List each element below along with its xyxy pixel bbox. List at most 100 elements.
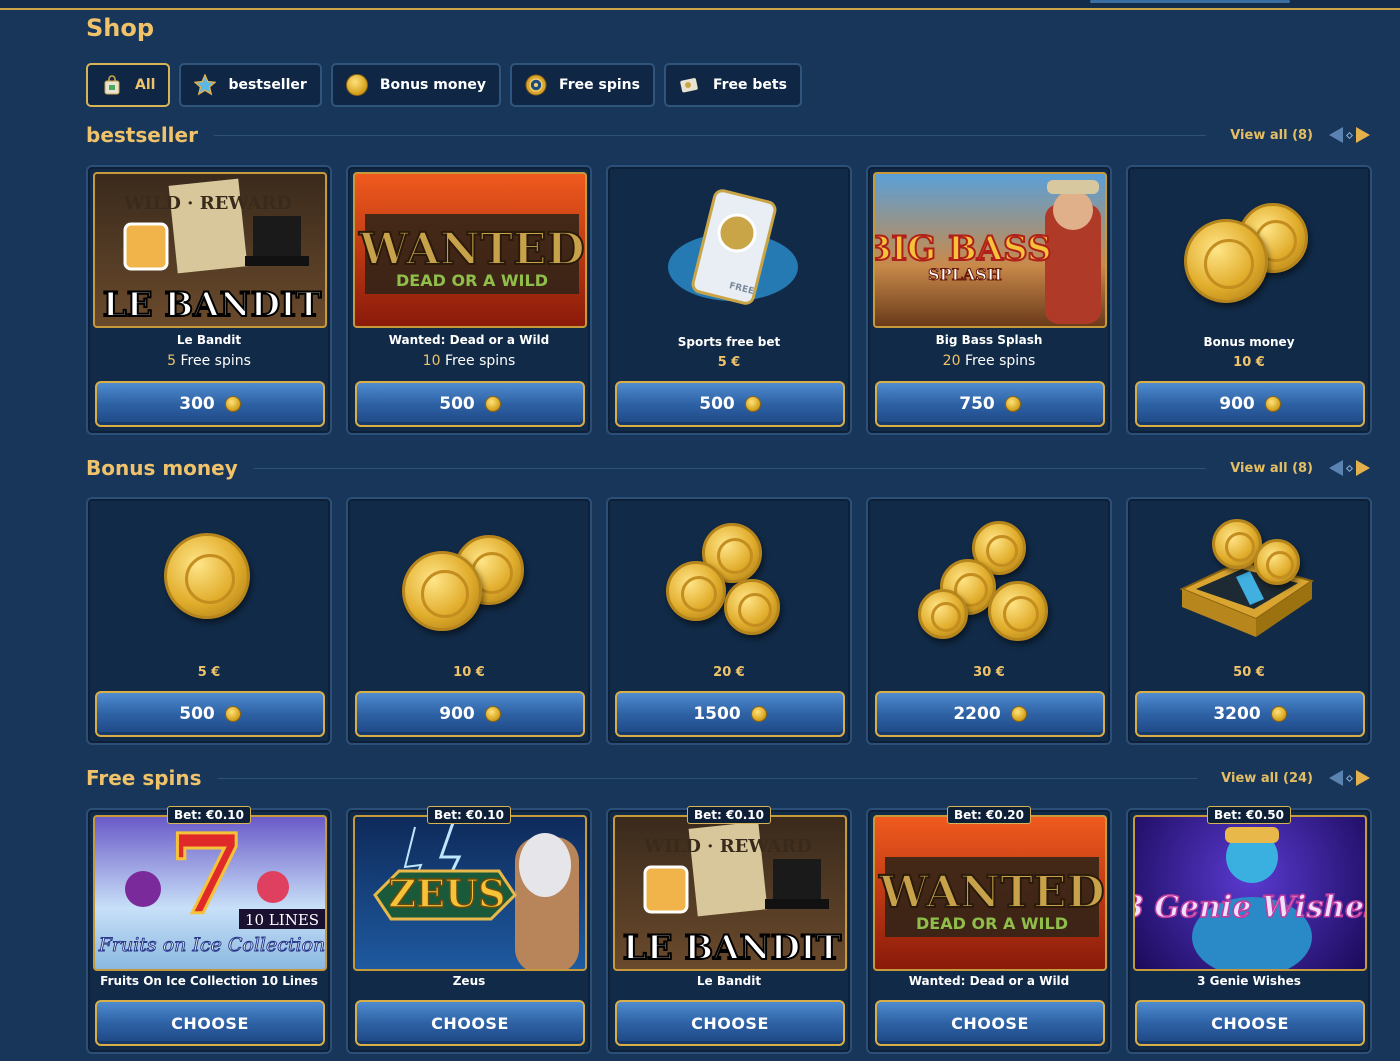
- filter-label: All: [135, 77, 156, 93]
- game-thumbnail-le-bandit: WILD · REWARD LE BANDIT: [613, 815, 847, 971]
- filter-bestseller[interactable]: bestseller: [179, 63, 322, 107]
- product-detail: 5 Free spins: [167, 353, 251, 369]
- filter-all[interactable]: All: [86, 63, 171, 107]
- choose-button[interactable]: CHOOSE: [1135, 1000, 1365, 1046]
- filter-free-bets[interactable]: Free bets: [663, 63, 802, 107]
- game-card[interactable]: Bet: €0.10 WILD · REWARD LE BANDIT Le Ba…: [606, 806, 852, 1054]
- art-title: LE BANDIT: [103, 285, 322, 325]
- coin-icon: [1264, 396, 1281, 412]
- ticket-icon: [679, 74, 701, 96]
- product-card[interactable]: WANTED DEAD OR A WILD Wanted: Dead or a …: [346, 165, 592, 435]
- section-title: Bonus money: [86, 456, 238, 480]
- filter-label: Bonus money: [379, 77, 487, 93]
- game-card[interactable]: Bet: €0.10 ZEUS Zeus CHOOSE: [346, 806, 592, 1054]
- art-title: ZEUS: [388, 871, 505, 916]
- game-thumbnail-zeus: ZEUS: [353, 815, 587, 971]
- coin-icon: [484, 706, 501, 722]
- filter-free-spins[interactable]: Free spins: [510, 63, 655, 107]
- product-name: Sports free bet: [677, 335, 781, 349]
- filter-bonus-money[interactable]: Bonus money: [330, 63, 502, 107]
- view-all-link[interactable]: View all (8): [1230, 461, 1313, 476]
- art-sub: WILD · REWARD: [123, 193, 292, 214]
- divider: [253, 467, 1207, 469]
- product-card[interactable]: 10 € 900: [346, 497, 592, 745]
- game-thumbnail-fruits-on-ice: 7 10 LINES Fruits on Ice Collection: [93, 815, 327, 971]
- product-name: Le Bandit: [176, 333, 242, 347]
- product-card[interactable]: 5 € 500: [86, 497, 332, 745]
- section-header-bonus-money: Bonus money View all (8): [86, 453, 1370, 483]
- buy-button[interactable]: 900: [355, 691, 585, 737]
- carousel-arrows: [1329, 460, 1370, 476]
- buy-button[interactable]: 500: [95, 691, 325, 737]
- divider: [213, 134, 1207, 136]
- game-name: Wanted: Dead or a Wild: [908, 974, 1070, 988]
- buy-button[interactable]: 500: [615, 381, 845, 427]
- game-card[interactable]: Bet: €0.10 7 10 LINES Fruits on Ice Coll…: [86, 806, 332, 1054]
- coin-icon: [224, 396, 241, 412]
- art-title: LE BANDIT: [623, 928, 842, 968]
- filter-bar: All bestseller Bonus money Free spins Fr…: [86, 63, 802, 107]
- coin-stack-icon: [664, 521, 794, 641]
- buy-button[interactable]: 500: [355, 381, 585, 427]
- free-bet-ticket-icon: FREE: [663, 187, 803, 317]
- product-card[interactable]: 30 € 2200: [866, 497, 1112, 745]
- filter-label: Free spins: [559, 77, 640, 93]
- choose-button[interactable]: CHOOSE: [875, 1000, 1105, 1046]
- product-card[interactable]: FREE Sports free bet 5 € 500: [606, 165, 852, 435]
- game-thumbnail-3-genie-wishes: 3 Genie Wishes: [1133, 815, 1367, 971]
- dot-icon: [1345, 464, 1354, 472]
- product-name: Big Bass Splash: [935, 333, 1043, 347]
- art-title: WANTED: [878, 867, 1104, 918]
- product-value: 20 €: [713, 665, 745, 680]
- art-sub: DEAD OR A WILD: [396, 271, 548, 290]
- game-card[interactable]: Bet: €0.50 3 Genie Wishes 3 Genie Wishes…: [1126, 806, 1372, 1054]
- arrow-right-icon[interactable]: [1356, 127, 1370, 143]
- bet-badge: Bet: €0.50: [1207, 806, 1291, 824]
- choose-button[interactable]: CHOOSE: [355, 1000, 585, 1046]
- art-sub: WILD · REWARD: [643, 836, 812, 857]
- svg-text:7: 7: [169, 817, 246, 939]
- product-card[interactable]: Bonus money 10 € 900: [1126, 165, 1372, 435]
- buy-button[interactable]: 750: [875, 381, 1105, 427]
- coin-icon: [1010, 706, 1027, 722]
- product-card[interactable]: WILD · REWARD LE BANDIT Le Bandit 5 Free…: [86, 165, 332, 435]
- carousel-arrows: [1329, 770, 1370, 786]
- view-all-link[interactable]: View all (24): [1221, 771, 1313, 786]
- game-name: 3 Genie Wishes: [1197, 974, 1301, 988]
- cash-stack-icon: [1172, 519, 1322, 643]
- coin-icon: [224, 706, 241, 722]
- bet-badge: Bet: €0.10: [687, 806, 771, 824]
- section-header-free-spins: Free spins View all (24): [86, 763, 1370, 793]
- art-title: 3 Genie Wishes: [1135, 890, 1367, 925]
- product-detail: 20 Free spins: [942, 353, 1036, 369]
- arrow-left-icon[interactable]: [1329, 127, 1343, 143]
- spin-coin-icon: [525, 74, 547, 96]
- coin-icon: [744, 396, 761, 412]
- product-card[interactable]: BIG BASS SPLASH Big Bass Splash 20 Free …: [866, 165, 1112, 435]
- view-all-link[interactable]: View all (8): [1230, 128, 1313, 143]
- buy-button[interactable]: 300: [95, 381, 325, 427]
- buy-button[interactable]: 1500: [615, 691, 845, 737]
- arrow-left-icon[interactable]: [1329, 460, 1343, 476]
- dot-icon: [1345, 774, 1354, 782]
- bet-badge: Bet: €0.10: [167, 806, 251, 824]
- buy-button[interactable]: 900: [1135, 381, 1365, 427]
- art-sub: SPLASH: [928, 265, 1002, 284]
- product-name: Wanted: Dead or a Wild: [388, 333, 550, 347]
- choose-button[interactable]: CHOOSE: [615, 1000, 845, 1046]
- arrow-right-icon[interactable]: [1356, 460, 1370, 476]
- bet-badge: Bet: €0.10: [427, 806, 511, 824]
- product-card[interactable]: 50 € 3200: [1126, 497, 1372, 745]
- arrow-left-icon[interactable]: [1329, 770, 1343, 786]
- game-name: Zeus: [452, 974, 486, 988]
- arrow-right-icon[interactable]: [1356, 770, 1370, 786]
- buy-button[interactable]: 2200: [875, 691, 1105, 737]
- product-card[interactable]: 20 € 1500: [606, 497, 852, 745]
- buy-button[interactable]: 3200: [1135, 691, 1365, 737]
- choose-button[interactable]: CHOOSE: [95, 1000, 325, 1046]
- game-card[interactable]: Bet: €0.20 WANTED DEAD OR A WILD Wanted:…: [866, 806, 1112, 1054]
- free-spins-row: Bet: €0.10 7 10 LINES Fruits on Ice Coll…: [86, 806, 1372, 1054]
- filter-label: bestseller: [228, 77, 307, 93]
- art-title: WANTED: [358, 224, 584, 275]
- art-sub: 10 LINES: [245, 911, 319, 929]
